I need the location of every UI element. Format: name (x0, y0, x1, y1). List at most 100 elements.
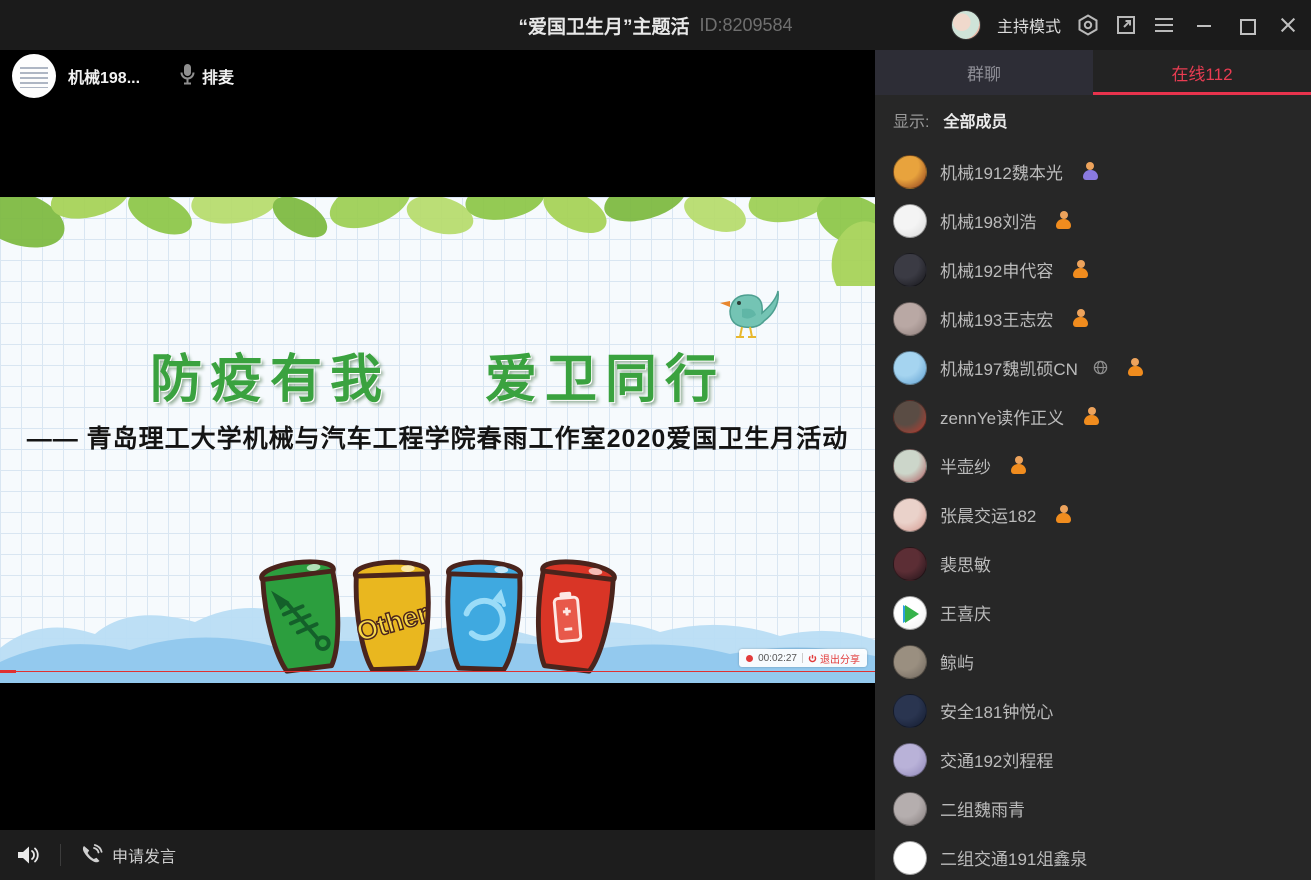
member-row[interactable]: zennYe读作正义 (875, 392, 1311, 441)
member-row[interactable]: 鲸屿 (875, 637, 1311, 686)
play-logo-icon (905, 605, 919, 623)
tab-online-members[interactable]: 在线112 (1093, 50, 1311, 95)
member-avatar (893, 253, 927, 287)
role-badge-icon (1083, 407, 1100, 426)
member-name: 裴思敏 (940, 551, 991, 576)
member-name: 安全181钟悦心 (940, 698, 1053, 723)
member-row[interactable]: 机械192申代容 (875, 245, 1311, 294)
member-name: 交通192刘程程 (940, 747, 1053, 772)
video-stage: 机械198... 排麦 (0, 50, 875, 830)
phone-icon (79, 843, 103, 867)
bottom-toolbar: 申请发言 (0, 830, 875, 880)
bin-recyclable (436, 556, 528, 681)
app-window: “爱国卫生月”主题活 ID:8209584 主持模式 机械198... (0, 0, 1311, 880)
bin-hazardous (521, 552, 623, 683)
speaker-button[interactable] (16, 844, 42, 866)
trash-bins-illustration: Other (259, 557, 617, 679)
recording-pill[interactable]: 00:02:27 退出分享 (739, 649, 867, 667)
power-icon (808, 654, 817, 663)
globe-icon (1093, 360, 1108, 375)
member-avatar (893, 694, 927, 728)
filter-value-dropdown[interactable]: 全部成员 (943, 108, 1007, 132)
member-row[interactable]: 二组交通191俎鑫泉 (875, 833, 1311, 880)
member-avatar (893, 498, 927, 532)
sidebar-tabs: 群聊 在线112 (875, 50, 1311, 95)
role-badge-icon (1072, 260, 1089, 279)
member-name: 机械193王志宏 (940, 306, 1053, 331)
exit-share-label: 退出分享 (820, 651, 860, 666)
host-mode-label: 主持模式 (997, 13, 1061, 37)
member-name: 王喜庆 (940, 600, 991, 625)
request-speak-button[interactable]: 申请发言 (79, 843, 176, 867)
role-badge-icon (1055, 505, 1072, 524)
page-title: “爱国卫生月”主题活 (518, 12, 689, 39)
member-row[interactable]: 半壶纱 (875, 441, 1311, 490)
member-row[interactable]: 机械198刘浩 (875, 196, 1311, 245)
pill-divider (802, 653, 803, 663)
member-name: 二组交通191俎鑫泉 (940, 845, 1087, 870)
popout-icon[interactable] (1115, 14, 1137, 36)
settings-hexagon-icon[interactable] (1077, 14, 1099, 36)
maximize-button[interactable] (1233, 12, 1259, 38)
role-badge-icon (1082, 162, 1099, 181)
member-row[interactable]: 机械193王志宏 (875, 294, 1311, 343)
sidebar: 群聊 在线112 显示: 全部成员 机械1912魏本光 机械198刘浩 机械19… (875, 50, 1311, 880)
microphone-icon (180, 63, 195, 90)
member-avatar (893, 841, 927, 875)
member-list: 机械1912魏本光 机械198刘浩 机械192申代容 机械193王志宏 机械19… (875, 147, 1311, 880)
member-avatar (893, 400, 927, 434)
shared-slide: 防疫有我 爱卫同行 —— 青岛理工大学机械与汽车工程学院春雨工作室2020爱国卫… (0, 197, 875, 683)
role-badge-icon (1055, 211, 1072, 230)
member-name: 张晨交运182 (940, 502, 1036, 527)
member-row[interactable]: 机械197魏凯硕CN (875, 343, 1311, 392)
bin-kitchen-waste (251, 552, 353, 683)
toolbar-divider (60, 844, 61, 866)
member-avatar (893, 155, 927, 189)
role-badge-icon (1072, 309, 1089, 328)
role-badge-icon (1010, 456, 1027, 475)
request-speak-label: 申请发言 (112, 843, 176, 867)
member-avatar (893, 596, 927, 630)
member-avatar (893, 204, 927, 238)
slide-subtitle: —— 青岛理工大学机械与汽车工程学院春雨工作室2020爱国卫生月活动 (0, 419, 875, 455)
share-progress-line (0, 671, 875, 672)
member-avatar (893, 645, 927, 679)
slide-title-row: 防疫有我 爱卫同行 (0, 337, 875, 412)
filter-label: 显示: (893, 108, 929, 132)
minimize-button[interactable] (1191, 12, 1217, 38)
slide-title-right: 爱卫同行 (485, 337, 725, 412)
role-badge-icon (1127, 358, 1144, 377)
member-avatar (893, 351, 927, 385)
titlebar: “爱国卫生月”主题活 ID:8209584 主持模式 (0, 0, 1311, 50)
mic-queue-label: 排麦 (202, 64, 234, 88)
close-button[interactable] (1275, 12, 1301, 38)
member-row[interactable]: 张晨交运182 (875, 490, 1311, 539)
member-name: 机械197魏凯硕CN (940, 355, 1078, 380)
user-avatar[interactable] (951, 10, 981, 40)
menu-icon[interactable] (1153, 14, 1175, 36)
member-row[interactable]: 交通192刘程程 (875, 735, 1311, 784)
member-name: 机械192申代容 (940, 257, 1053, 282)
member-name: 二组魏雨青 (940, 796, 1025, 821)
member-row[interactable]: 机械1912魏本光 (875, 147, 1311, 196)
member-row[interactable]: 二组魏雨青 (875, 784, 1311, 833)
leaves-decoration (0, 197, 875, 286)
member-name: 半壶纱 (940, 453, 991, 478)
member-avatar (893, 792, 927, 826)
presenter-name: 机械198... (68, 64, 140, 88)
member-name: 机械1912魏本光 (940, 159, 1063, 184)
member-avatar (893, 449, 927, 483)
member-name: zennYe读作正义 (940, 404, 1064, 429)
recording-time: 00:02:27 (758, 653, 797, 664)
exit-share-button[interactable]: 退出分享 (808, 651, 860, 666)
member-row[interactable]: 安全181钟悦心 (875, 686, 1311, 735)
slide-title-left: 防疫有我 (150, 337, 390, 412)
member-row[interactable]: 王喜庆 (875, 588, 1311, 637)
tab-group-chat[interactable]: 群聊 (875, 50, 1093, 95)
presenter-avatar[interactable] (12, 54, 56, 98)
meeting-id: ID:8209584 (699, 15, 792, 36)
recording-dot-icon (746, 655, 753, 662)
member-avatar (893, 547, 927, 581)
mic-queue-button[interactable]: 排麦 (180, 63, 234, 90)
member-row[interactable]: 裴思敏 (875, 539, 1311, 588)
